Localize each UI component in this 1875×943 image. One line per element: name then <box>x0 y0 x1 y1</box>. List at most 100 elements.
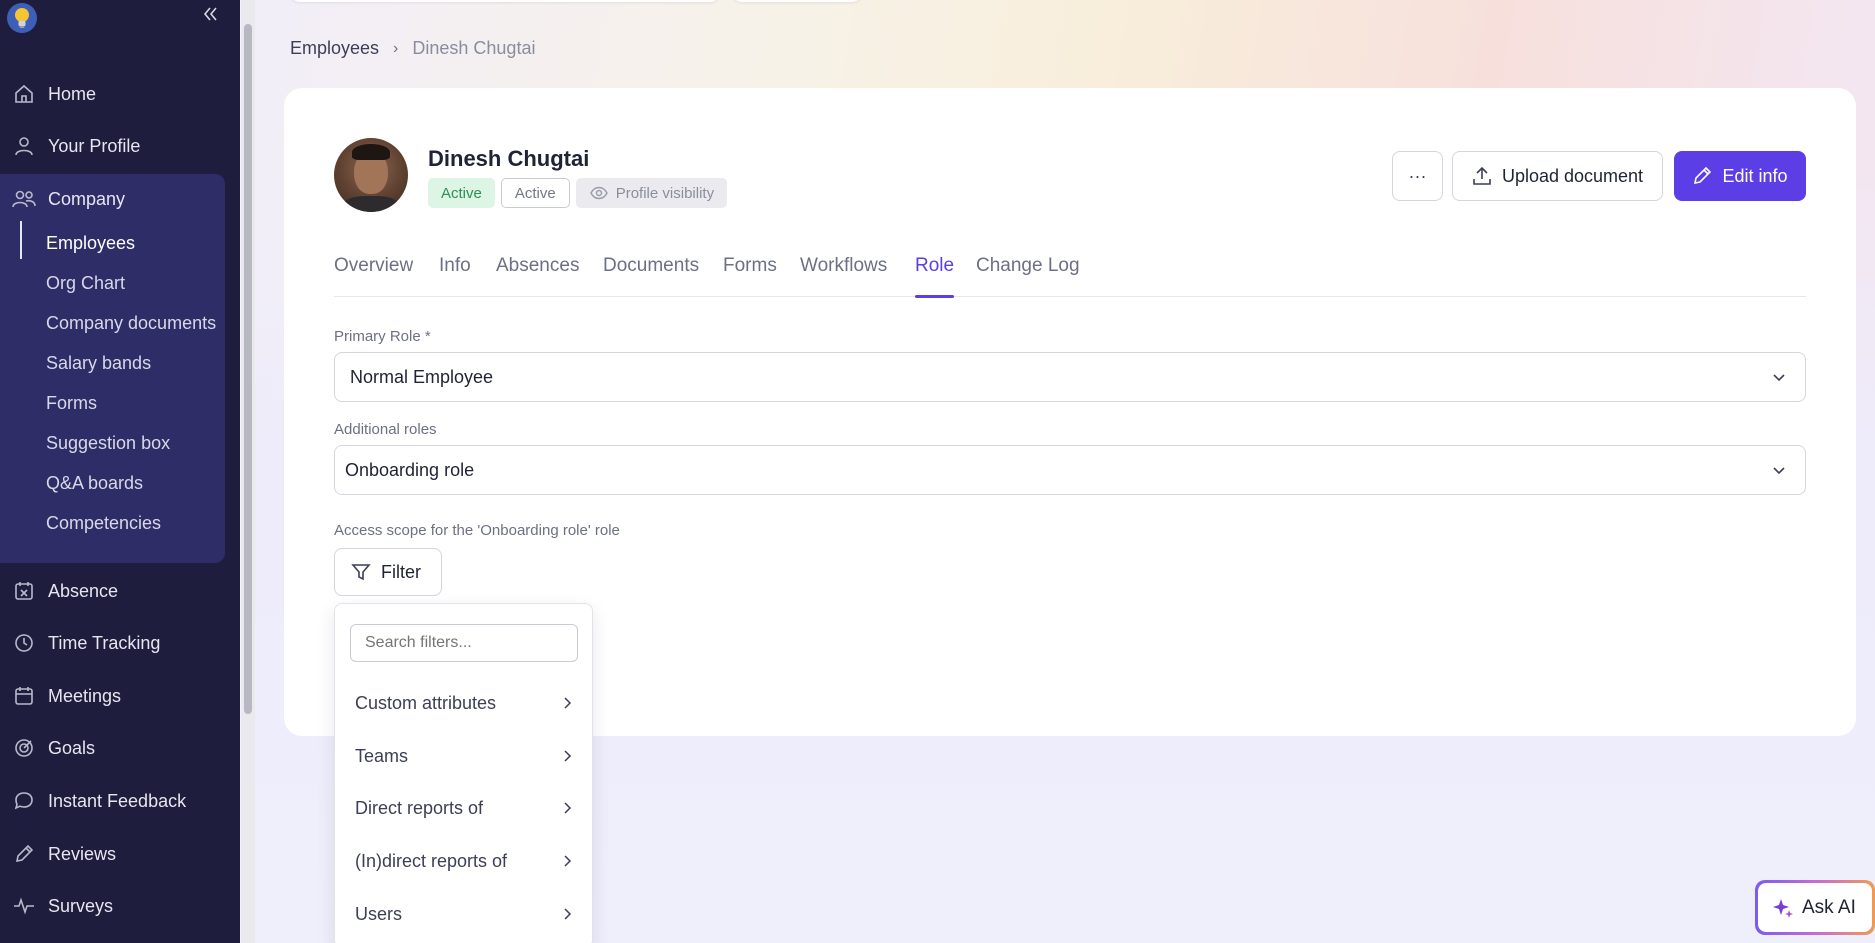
clock-icon <box>12 631 36 655</box>
additional-roles-select[interactable]: Onboarding role <box>334 445 1806 495</box>
edit-info-label: Edit info <box>1722 165 1788 186</box>
breadcrumb-employees-link[interactable]: Employees <box>290 38 379 59</box>
sidebar-item-label: Absence <box>48 580 119 601</box>
sidebar-item-label: Goals <box>48 737 96 758</box>
sidebar-subitem-suggestion-box[interactable]: Suggestion box <box>46 428 170 458</box>
sidebar-subitem-company-documents[interactable]: Company documents <box>46 308 216 338</box>
pencil-icon <box>12 842 36 866</box>
sidebar-item-your-profile[interactable]: Your Profile <box>0 126 240 166</box>
avatar <box>334 138 408 212</box>
chevron-right-icon <box>559 695 575 711</box>
tab-documents[interactable]: Documents <box>603 255 699 297</box>
tab-absences[interactable]: Absences <box>496 255 579 297</box>
filter-option-indirect-reports[interactable]: (In)direct reports of <box>355 846 575 876</box>
chat-icon <box>12 789 36 813</box>
sidebar-item-meetings[interactable]: Meetings <box>0 676 240 716</box>
pulse-icon <box>12 894 36 918</box>
sidebar-item-time-tracking[interactable]: Time Tracking <box>0 623 240 663</box>
upload-document-label: Upload document <box>1501 165 1644 186</box>
sidebar: Home Your Profile Company Employees Org … <box>0 0 240 943</box>
tab-workflows[interactable]: Workflows <box>800 255 887 297</box>
chevron-right-icon <box>559 748 575 764</box>
calendar-icon <box>12 684 36 708</box>
home-icon <box>12 82 36 106</box>
filter-option-teams[interactable]: Teams <box>355 741 575 771</box>
tab-role[interactable]: Role <box>915 255 955 298</box>
chevron-right-icon <box>559 906 575 922</box>
upload-icon <box>1472 166 1492 186</box>
sparkle-icon <box>1772 897 1794 919</box>
chevron-right-icon <box>559 853 575 869</box>
scrollbar-thumb[interactable] <box>244 24 252 714</box>
status-badge-active-outline: Active <box>500 178 570 208</box>
sidebar-item-label: Home <box>48 83 97 104</box>
filter-option-label: Teams <box>355 745 409 766</box>
filter-option-users[interactable]: Users <box>355 899 575 929</box>
target-icon <box>12 736 36 760</box>
filter-button[interactable]: Filter <box>334 548 442 596</box>
filter-label: Filter <box>381 561 421 582</box>
breadcrumb-current: Dinesh Chugtai <box>412 38 536 58</box>
sidebar-subitem-org-chart[interactable]: Org Chart <box>46 268 125 298</box>
sidebar-subitem-employees[interactable]: Employees <box>46 228 135 258</box>
profile-visibility-label: Profile visibility <box>615 184 715 202</box>
app-logo[interactable] <box>7 3 37 33</box>
ask-ai-button[interactable]: Ask AI <box>1755 880 1875 935</box>
status-badge-active: Active <box>428 178 495 208</box>
additional-role-value: Onboarding role <box>345 459 475 480</box>
tab-info[interactable]: Info <box>439 255 471 297</box>
primary-role-value: Normal Employee <box>350 366 494 387</box>
filter-option-label: Direct reports of <box>355 797 484 818</box>
filter-option-custom-attributes[interactable]: Custom attributes <box>355 688 575 718</box>
sidebar-scrollbar[interactable] <box>241 0 255 943</box>
filter-option-direct-reports[interactable]: Direct reports of <box>355 793 575 823</box>
tab-overview[interactable]: Overview <box>334 255 413 297</box>
employee-name: Dinesh Chugtai <box>428 146 590 171</box>
status-badges: Active Active Profile visibility <box>428 178 728 208</box>
sidebar-item-goals[interactable]: Goals <box>0 728 240 768</box>
sidebar-item-label: Time Tracking <box>48 632 161 653</box>
sidebar-item-label: Surveys <box>48 895 114 916</box>
breadcrumb-separator: › <box>393 39 399 57</box>
chevron-down-icon <box>1769 367 1789 387</box>
sidebar-subitem-salary-bands[interactable]: Salary bands <box>46 348 151 378</box>
sidebar-item-surveys[interactable]: Surveys <box>0 886 240 926</box>
sidebar-item-label: Meetings <box>48 685 122 706</box>
sidebar-item-label: Reviews <box>48 843 117 864</box>
sidebar-subitem-qa-boards[interactable]: Q&A boards <box>46 468 143 498</box>
more-actions-button[interactable]: ··· <box>1392 151 1443 201</box>
top-search-stub <box>290 0 720 2</box>
pencil-icon <box>1692 166 1712 186</box>
filter-icon <box>351 562 371 582</box>
primary-role-select[interactable]: Normal Employee <box>334 352 1806 402</box>
sidebar-subitem-forms[interactable]: Forms <box>46 388 97 418</box>
active-indicator <box>20 221 22 259</box>
top-button-stub <box>732 0 862 2</box>
primary-role-label: Primary Role * <box>334 328 431 345</box>
ask-ai-label: Ask AI <box>1802 896 1856 918</box>
sidebar-item-label: Your Profile <box>48 135 141 156</box>
user-icon <box>12 134 36 158</box>
chevron-right-icon <box>559 800 575 816</box>
edit-info-button[interactable]: Edit info <box>1674 151 1806 201</box>
profile-visibility-badge[interactable]: Profile visibility <box>575 178 728 208</box>
tab-forms[interactable]: Forms <box>723 255 777 297</box>
filter-option-label: Custom attributes <box>355 692 497 713</box>
collapse-sidebar-icon[interactable] <box>200 4 222 26</box>
sidebar-item-label: Instant Feedback <box>48 790 187 811</box>
eye-icon <box>589 186 608 200</box>
sidebar-item-reviews[interactable]: Reviews <box>0 834 240 874</box>
additional-roles-label: Additional roles <box>334 421 437 438</box>
users-icon <box>12 187 36 211</box>
sidebar-item-instant-feedback[interactable]: Instant Feedback <box>0 781 240 821</box>
filter-option-label: Users <box>355 903 403 924</box>
sidebar-subitem-competencies[interactable]: Competencies <box>46 508 161 538</box>
tab-change-log[interactable]: Change Log <box>976 255 1080 297</box>
sidebar-item-home[interactable]: Home <box>0 74 240 114</box>
sidebar-item-company[interactable]: Company <box>0 179 240 219</box>
breadcrumb: Employees › Dinesh Chugtai <box>290 38 535 59</box>
sidebar-item-absence[interactable]: Absence <box>0 571 240 611</box>
search-filters-input[interactable] <box>350 624 578 662</box>
upload-document-button[interactable]: Upload document <box>1452 151 1663 201</box>
chevron-down-icon <box>1769 460 1789 480</box>
